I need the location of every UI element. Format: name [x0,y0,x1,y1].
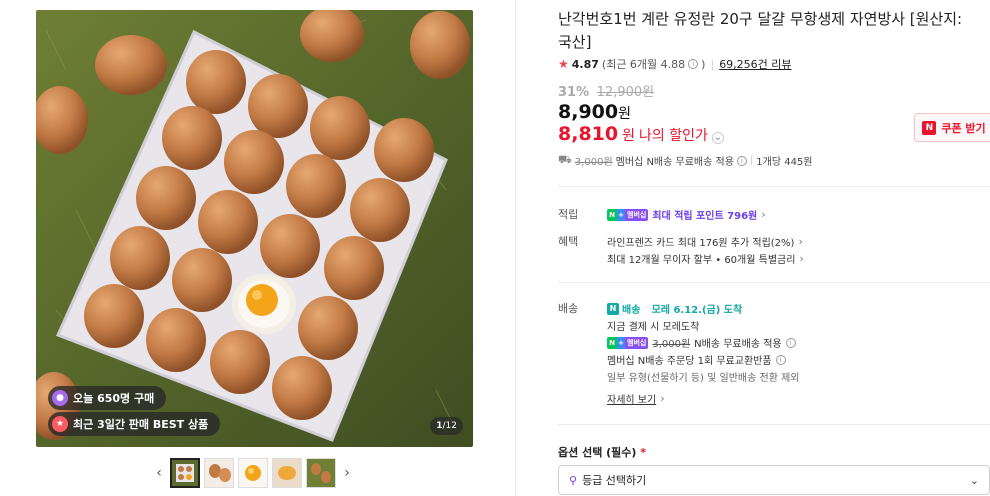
eggs-tray-photo [36,10,473,447]
info-icon[interactable]: i [688,59,699,69]
grade-select-dropdown[interactable]: ⚲ 등급 선택하기 ⌄ [558,465,990,495]
delivery-label: 배송 [558,302,579,315]
product-info-panel: 난각번호1번 계란 유정란 20구 달걀 무항생제 자연방사 [원산지: 국산]… [558,0,990,496]
recent-rating: (최근 6개월 4.88 [601,58,686,71]
thumbnail-item[interactable] [272,458,302,488]
search-icon: ⚲ [569,473,578,487]
discount-rate: 31% [558,85,590,100]
delivery-eta-row: N 배송 · 모레 6.12.(금) 도착 [607,301,742,316]
bag-icon: ● [52,390,68,406]
rating-row: ★ 4.87 (최근 6개월 4.88 i) | 69,256건 리뷰 [558,56,792,72]
membership-badge-icon: N + 멤버십 [607,208,649,221]
thumbnail-image [307,459,335,487]
card-benefit-row[interactable]: 라인프렌즈 카드 최대 176원 추가 적립(2%) › [607,234,803,249]
section-divider [558,186,990,187]
thumbnail-image [273,459,301,487]
sale-price: 8,900원 [558,101,631,123]
original-price: 12,900원 [596,85,655,100]
thumbnail-item[interactable] [204,458,234,488]
chevron-right-icon: › [799,252,804,265]
delivery-details-link[interactable]: 자세히 보기 › [607,391,665,406]
shipping-summary: ⛟ 3,000원 멤버십 N배송 무료배송 적용 i | 1개당 445원 [558,153,813,168]
star-icon: ★ [558,57,569,71]
point-row[interactable]: N + 멤버십 최대 적립 포인트 796원 › [607,207,766,222]
info-icon[interactable]: i [736,155,747,166]
chevron-right-icon: › [798,235,803,248]
discount-row: 31% 12,900원 [558,81,654,100]
rating-score: 4.87 [571,57,599,71]
review-count-link[interactable]: 69,256건 리뷰 [719,56,791,72]
chevron-down-icon[interactable]: ⌄ [711,131,724,144]
chevron-right-icon: › [660,392,665,405]
thumbnail-image [205,459,233,487]
thumbnail-next-button[interactable]: › [340,458,354,488]
thumbnail-item[interactable] [306,458,336,488]
main-product-image[interactable]: ● 오늘 650명 구매 ★ 최근 3일간 판매 BEST 상품 1 /12 [36,10,473,447]
product-title: 난각번호1번 계란 유정란 20구 달걀 무항생제 자연방사 [원산지: 국산] [558,10,963,51]
separator: | [710,57,715,71]
free-shipping-row: N + 멤버십 3,000원 N배송 무료배송 적용 i [607,335,796,350]
image-counter: 1 /12 [430,417,463,435]
purchase-count-badge: ● 오늘 650명 구매 [48,386,167,410]
point-label: 적립 [558,208,579,221]
naver-n-icon: N [922,120,937,135]
option-label: 옵션 선택 (필수) * [558,446,647,459]
naver-n-icon: N [607,302,619,315]
chevron-down-icon: ⌄ [969,473,979,487]
thumbnail-strip: ‹ › [152,458,354,488]
thumbnail-image [172,460,198,486]
trophy-icon: ★ [52,416,68,432]
info-icon[interactable]: i [775,354,786,365]
thumbnail-item[interactable] [238,458,268,488]
exclusion-row: 일부 유형(선물하기 등) 및 일반배송 전환 제외 [607,373,800,384]
best-seller-badge: ★ 최근 3일간 판매 BEST 상품 [48,412,221,436]
thumbnail-prev-button[interactable]: ‹ [152,458,166,488]
thumbnail-image [239,459,267,487]
column-divider [515,0,516,496]
benefit-label: 혜택 [558,235,579,248]
thumbnail-item[interactable] [170,458,200,488]
product-gallery: ● 오늘 650명 구매 ★ 최근 3일간 판매 BEST 상품 1 /12 ‹… [0,0,515,496]
unit-price: 1개당 445원 [756,157,813,168]
section-divider [558,282,990,283]
truck-icon: ⛟ [558,153,572,166]
free-exchange-row: 멤버십 N배송 주문당 1회 무료교환반품 i [607,352,786,367]
my-price-label: 나의 할인가 [639,128,708,144]
installment-row[interactable]: 최대 12개월 무이자 할부 • 60개월 특별금리 › [607,251,804,266]
coupon-button[interactable]: N 쿠폰 받기 [914,113,990,142]
section-divider [558,424,990,425]
n-delivery-badge: N 배송 [607,301,640,316]
info-icon[interactable]: i [785,337,796,348]
chevron-right-icon: › [761,208,766,221]
my-discount-price[interactable]: 8,810 원 나의 할인가 ⌄ [558,123,724,145]
delivery-eta: 모레 6.12.(금) 도착 [651,305,743,316]
membership-badge-icon: N + 멤버십 [607,336,649,349]
delivery-eta-sub: 지금 결제 시 모레도착 [607,322,700,333]
